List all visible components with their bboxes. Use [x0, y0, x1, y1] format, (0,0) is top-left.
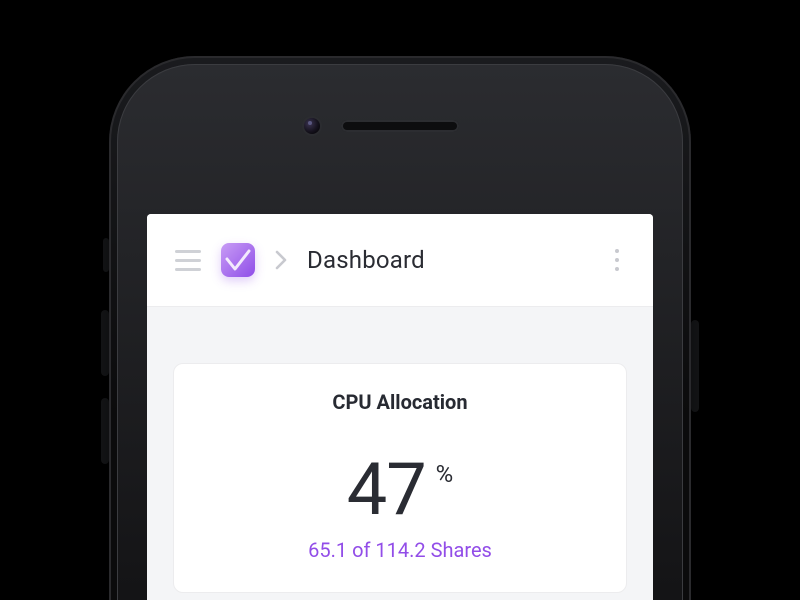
breadcrumb-current: Dashboard [307, 246, 425, 274]
front-camera [304, 118, 320, 134]
metric-value: 47 [347, 454, 426, 526]
app-topbar: Dashboard [147, 214, 653, 307]
cpu-allocation-card: CPU Allocation 47 % 65.1 of 114.2 Shares [173, 363, 627, 593]
app-logo-icon [221, 243, 255, 277]
earpiece-speaker [341, 120, 459, 132]
phone-frame-inner: Dashboard CPU Allocation 47 % 65. [117, 64, 683, 600]
phone-volume-down [101, 398, 109, 464]
cpu-allocation-metric: 47 % [200, 454, 600, 526]
app-logo[interactable] [221, 243, 255, 277]
dashboard-content: CPU Allocation 47 % 65.1 of 114.2 Shares [147, 307, 653, 593]
metric-subtext: 65.1 of 114.2 Shares [200, 538, 600, 562]
phone-screen: Dashboard CPU Allocation 47 % 65. [147, 214, 653, 600]
phone-volume-up [101, 310, 109, 376]
breadcrumb-separator-icon [275, 250, 287, 270]
metric-unit: % [436, 460, 454, 488]
phone-power-button [691, 320, 699, 412]
chevron-right-icon [275, 250, 287, 270]
card-title: CPU Allocation [200, 390, 600, 414]
menu-button[interactable] [175, 247, 201, 273]
more-options-button[interactable] [605, 246, 629, 274]
phone-frame: Dashboard CPU Allocation 47 % 65. [109, 56, 691, 600]
device-frame-stage: Dashboard CPU Allocation 47 % 65. [0, 0, 800, 600]
